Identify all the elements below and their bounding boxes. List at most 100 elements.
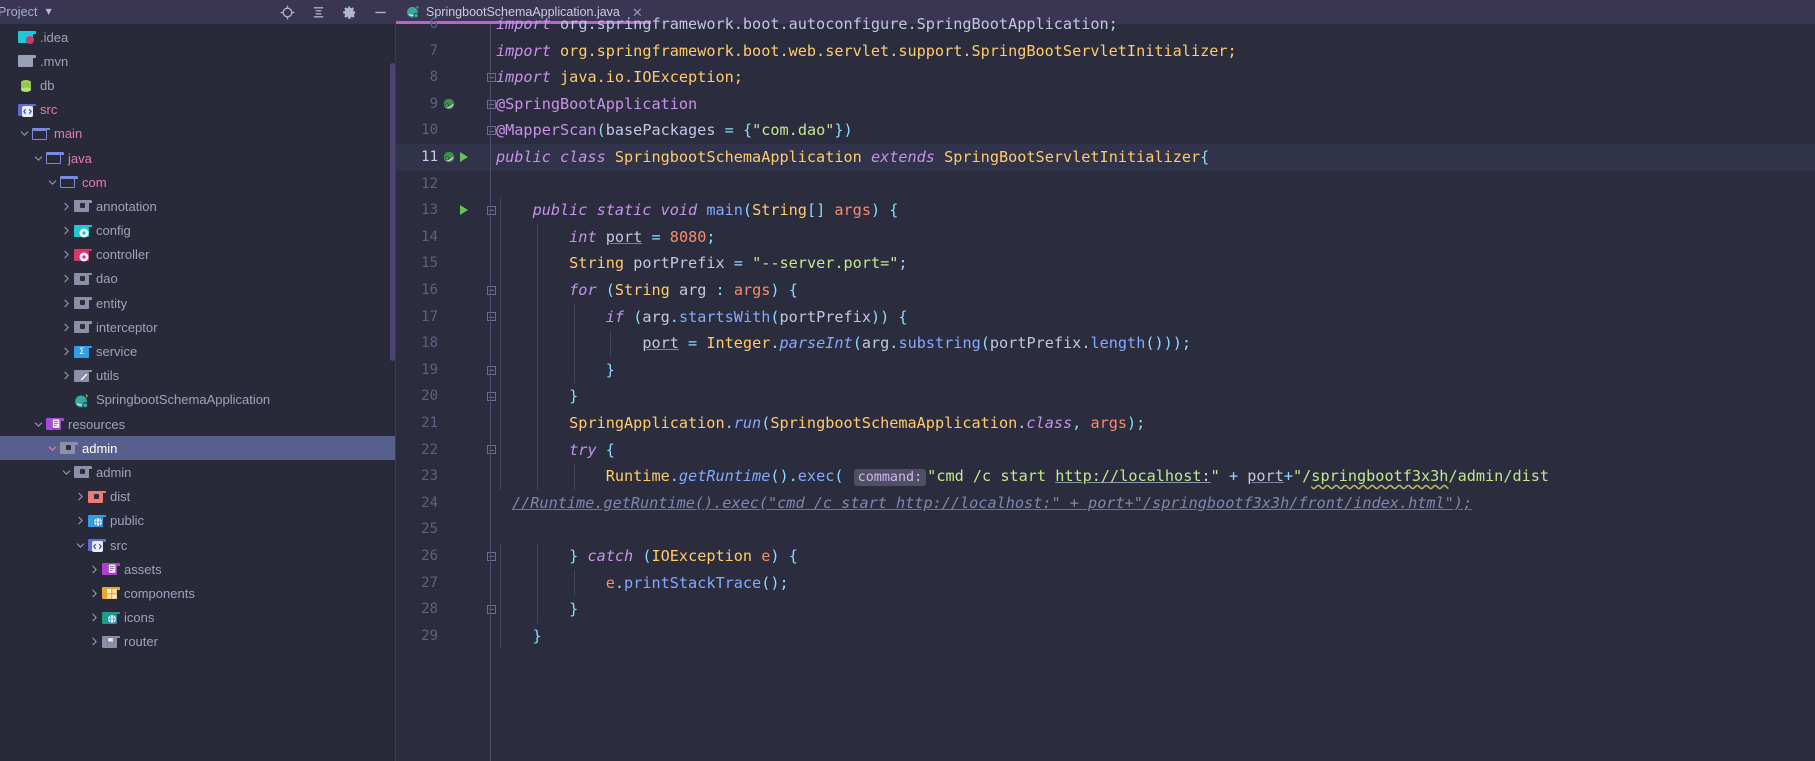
tree-item-components[interactable]: components xyxy=(0,581,396,605)
chevron-right-icon[interactable] xyxy=(88,565,101,574)
chevron-right-icon[interactable] xyxy=(60,250,73,259)
tree-item-label: public xyxy=(110,513,144,529)
tree-item-label: admin xyxy=(82,440,118,456)
code-line-21[interactable]: 21 SpringApplication.run(SpringbootSchem… xyxy=(396,410,1815,437)
gear-icon[interactable] xyxy=(342,5,357,20)
tree-item-src[interactable]: src xyxy=(0,533,396,557)
tree-item-annotation[interactable]: annotation xyxy=(0,194,396,218)
spring-bean-gutter-icon[interactable] xyxy=(442,144,462,171)
code-line-27[interactable]: 27 e.printStackTrace(); xyxy=(396,569,1815,597)
chevron-right-icon[interactable] xyxy=(88,613,101,622)
chevron-right-icon[interactable] xyxy=(60,371,73,380)
code-line-13[interactable]: 13 public static void main(String[] args… xyxy=(396,197,1815,224)
tree-item-config[interactable]: config xyxy=(0,219,396,243)
chevron-right-icon[interactable] xyxy=(60,202,73,211)
tree-item-dao[interactable]: dao xyxy=(0,267,396,291)
chevron-down-icon[interactable] xyxy=(60,468,73,477)
code-line-14[interactable]: 14 int port = 8080; xyxy=(396,223,1815,251)
chevron-right-icon[interactable] xyxy=(74,516,87,525)
code-line-22[interactable]: 22 try { xyxy=(396,436,1815,464)
code-line-18[interactable]: 18 port = Integer.parseInt(arg.substring… xyxy=(396,330,1815,357)
locate-icon[interactable] xyxy=(280,5,295,20)
chevron-right-icon[interactable] xyxy=(74,492,87,501)
tree-item-resources[interactable]: resources xyxy=(0,412,396,436)
line-number: 11 xyxy=(421,149,438,165)
tree-item--idea[interactable]: .idea xyxy=(0,25,396,49)
minimize-icon[interactable] xyxy=(373,5,388,20)
code-line-9[interactable]: 9 @SpringBootApplication xyxy=(396,91,1815,118)
run-gutter-icon[interactable] xyxy=(460,197,476,224)
tree-item-assets[interactable]: assets xyxy=(0,557,396,581)
run-gutter-icon[interactable] xyxy=(460,144,476,171)
spring-bean-gutter-icon[interactable] xyxy=(442,91,462,118)
tree-item-utils[interactable]: utils xyxy=(0,364,396,388)
tree-item-dist[interactable]: dist xyxy=(0,485,396,509)
tree-item--mvn[interactable]: .mvn xyxy=(0,49,396,73)
chevron-right-icon[interactable] xyxy=(60,347,73,356)
package-purple-icon xyxy=(101,561,120,577)
tree-item-java[interactable]: java xyxy=(0,146,396,170)
line-number: 24 xyxy=(421,494,438,511)
tree-item-db[interactable]: db xyxy=(0,73,396,97)
package-orange-icon xyxy=(101,585,120,601)
code-line-19[interactable]: 19 } xyxy=(396,356,1815,384)
chevron-down-icon[interactable] xyxy=(32,420,45,429)
code-line-10[interactable]: 10 @MapperScan(basePackages = {"com.dao"}… xyxy=(396,117,1815,144)
chevron-right-icon[interactable] xyxy=(88,589,101,598)
chevron-down-icon[interactable] xyxy=(46,178,59,187)
project-tree[interactable]: .idea .mvn db src main java com annotation confi… xyxy=(0,24,396,761)
tree-item-interceptor[interactable]: interceptor xyxy=(0,315,396,339)
code-line-26[interactable]: 26 } catch (IOException e) { xyxy=(396,543,1815,570)
tree-item-src[interactable]: src xyxy=(0,98,396,122)
code-line-16[interactable]: 16 for (String arg : args) { xyxy=(396,277,1815,304)
tree-item-admin[interactable]: admin xyxy=(0,436,396,461)
code-line-29[interactable]: 29 } xyxy=(396,622,1815,650)
tree-item-springbootschemaapplication[interactable]: SpringbootSchemaApplication xyxy=(0,388,396,412)
chevron-down-icon[interactable] xyxy=(46,444,59,453)
tree-item-icons[interactable]: icons xyxy=(0,606,396,630)
code-line-25[interactable]: 25 xyxy=(396,516,1815,543)
chevron-right-icon[interactable] xyxy=(60,274,73,283)
collapse-all-icon[interactable] xyxy=(311,5,326,20)
folder-outline-icon xyxy=(31,126,50,142)
editor-area: SpringbootSchemaApplication.java ✕ 6 impo… xyxy=(396,0,1815,761)
code-text: import org.springframework.boot.web.serv… xyxy=(496,41,1237,60)
chevron-down-icon[interactable] xyxy=(18,129,31,138)
code-line-12[interactable]: 12 xyxy=(396,171,1815,198)
code-text: int port = 8080; xyxy=(569,227,716,246)
tree-item-service[interactable]: Σservice xyxy=(0,339,396,363)
chevron-down-icon[interactable] xyxy=(32,154,45,163)
code-line-17[interactable]: 17 if (arg.startsWith(portPrefix)) { xyxy=(396,303,1815,331)
code-line-15[interactable]: 15 String portPrefix = "--server.port="; xyxy=(396,250,1815,277)
code-canvas[interactable]: 6 import org.springframework.boot.autocon… xyxy=(396,15,1815,761)
code-line-20[interactable]: 20 } xyxy=(396,383,1815,410)
code-line-28[interactable]: 28 } xyxy=(396,596,1815,623)
tree-item-main[interactable]: main xyxy=(0,122,396,146)
chevron-right-icon[interactable] xyxy=(60,323,73,332)
tree-item-label: dist xyxy=(110,489,131,505)
tree-item-label: service xyxy=(96,344,138,360)
line-number: 10 xyxy=(421,122,438,139)
chevron-down-icon[interactable]: ▼ xyxy=(46,8,52,16)
project-tool-window: Project ▼ .idea .mvn db src main java co… xyxy=(0,0,396,761)
code-text: import org.springframework.boot.autoconf… xyxy=(496,15,1118,33)
line-number: 18 xyxy=(421,335,438,352)
tree-item-router[interactable]: router xyxy=(0,630,396,654)
line-number: 22 xyxy=(421,441,438,458)
tree-item-entity[interactable]: entity xyxy=(0,291,396,315)
tree-item-public[interactable]: public xyxy=(0,509,396,533)
chevron-right-icon[interactable] xyxy=(60,226,73,235)
code-line-23[interactable]: 23 Runtime.getRuntime().exec( command: "c… xyxy=(396,463,1815,490)
code-line-11[interactable]: 11 public class SpringbootSchemaApplicati… xyxy=(396,144,1815,171)
code-line-8[interactable]: 8 import java.io.IOException; xyxy=(396,64,1815,91)
tree-item-label: entity xyxy=(96,295,128,311)
tree-item-com[interactable]: com xyxy=(0,170,396,194)
code-line-6[interactable]: 6 import org.springframework.boot.autocon… xyxy=(396,11,1815,38)
code-line-24[interactable]: 24 //Runtime.getRuntime().exec("cmd /c st… xyxy=(396,490,1815,517)
code-line-7[interactable]: 7 import org.springframework.boot.web.ser… xyxy=(396,38,1815,65)
chevron-right-icon[interactable] xyxy=(88,637,101,646)
tree-item-admin[interactable]: admin xyxy=(0,460,396,484)
chevron-down-icon[interactable] xyxy=(74,541,87,550)
tree-item-controller[interactable]: controller xyxy=(0,243,396,267)
chevron-right-icon[interactable] xyxy=(60,299,73,308)
